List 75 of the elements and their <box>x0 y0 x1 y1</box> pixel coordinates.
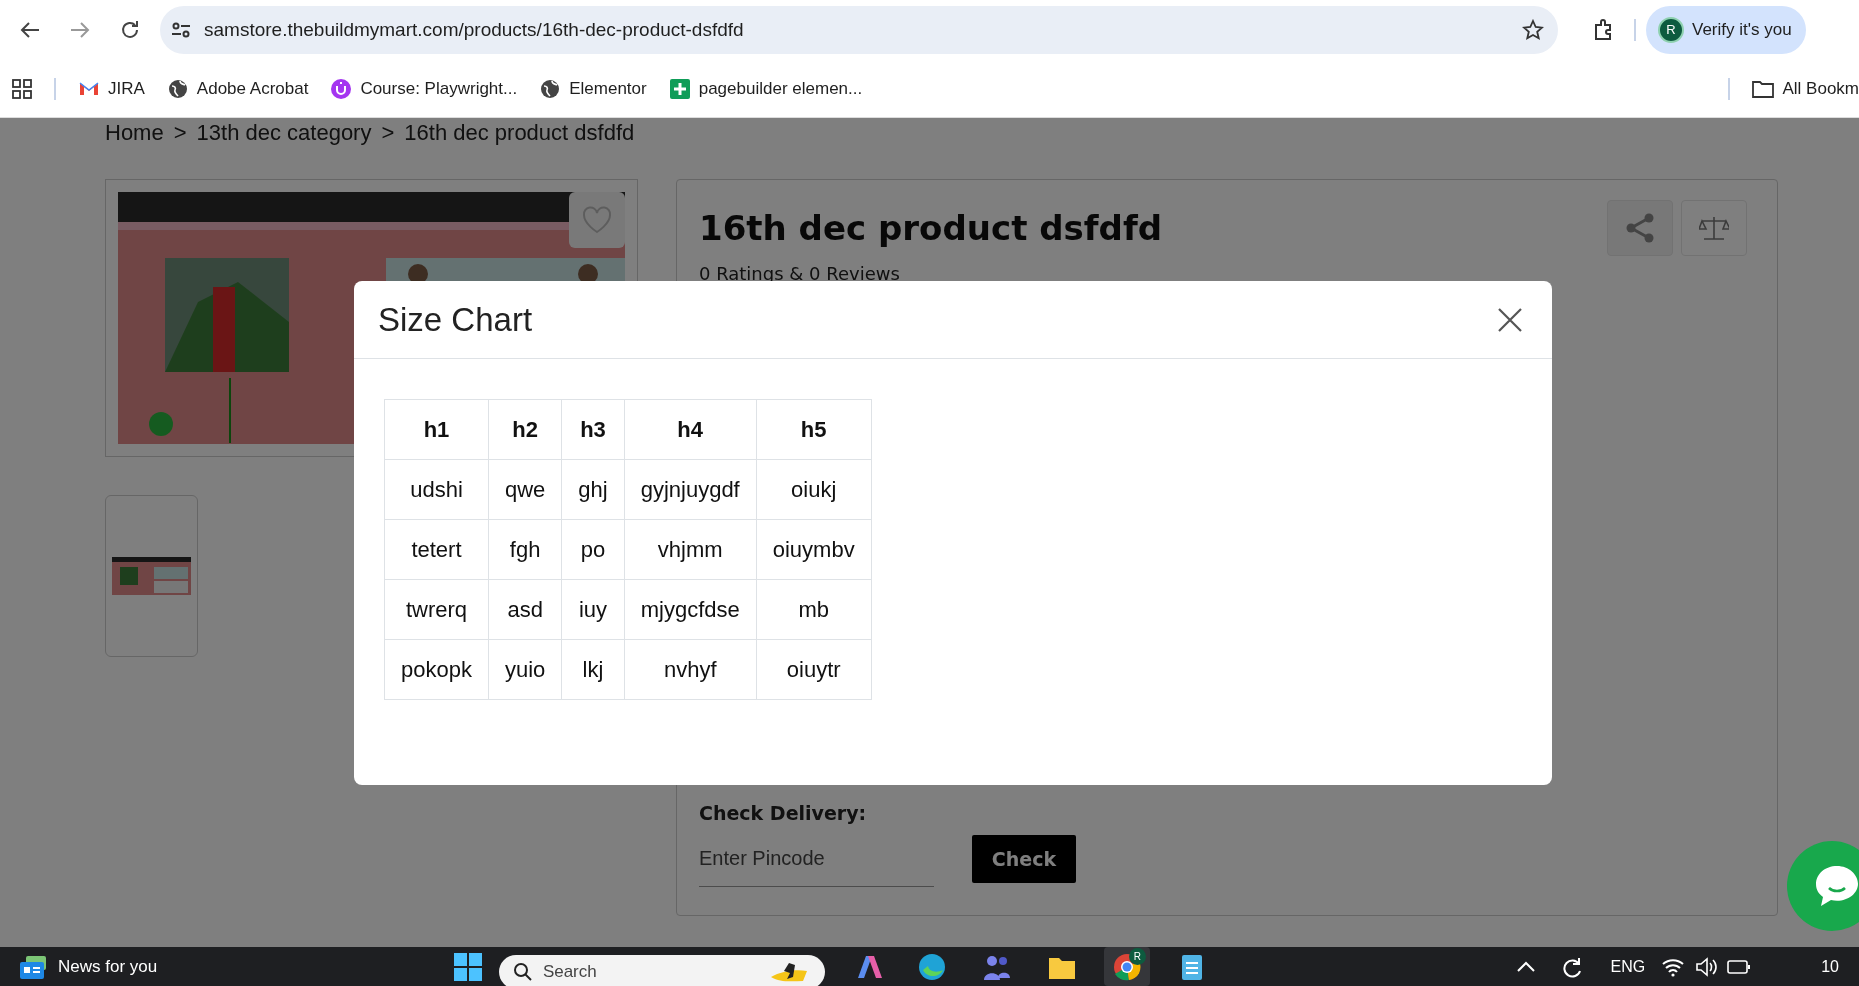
check-button[interactable]: Check <box>972 835 1076 883</box>
bookmark-link[interactable]: Course: Playwright... <box>330 75 518 102</box>
breadcrumb-link[interactable]: Home <box>105 120 164 146</box>
all-bookmarks-link[interactable]: All Bookm <box>1752 75 1859 102</box>
table-cell: udshi <box>384 459 489 520</box>
column-header: h3 <box>561 399 625 460</box>
table-cell: vhjmm <box>624 519 757 580</box>
table-cell: ghj <box>561 459 625 520</box>
breadcrumb-separator: > <box>173 120 187 146</box>
bookmark-link[interactable]: Adobe Acrobat <box>166 75 309 102</box>
battery-icon[interactable] <box>1727 958 1752 975</box>
chat-button[interactable] <box>1787 841 1859 931</box>
table-cell: oiuymbv <box>756 519 872 580</box>
table-cell: mb <box>756 579 872 640</box>
windows-icon <box>452 951 483 982</box>
pincode-field[interactable]: Enter Pincode <box>699 831 934 887</box>
table-cell: po <box>561 519 625 580</box>
volume-icon[interactable] <box>1695 956 1718 977</box>
taskbar-app[interactable]: R <box>1103 947 1150 986</box>
edge-icon <box>916 951 947 982</box>
column-header: h2 <box>488 399 562 460</box>
breadcrumb-separator: > <box>381 120 395 146</box>
breadcrumb-link[interactable]: 16th dec product dsfdfd <box>404 120 635 146</box>
profile-button[interactable]: R Verify it's you <box>1646 6 1806 54</box>
folder-icon <box>1752 78 1775 99</box>
heart-icon <box>582 206 612 234</box>
table-cell: mjygcfdse <box>624 579 757 640</box>
wifi-icon[interactable] <box>1661 956 1686 977</box>
delivery-label: Check Delivery: <box>699 800 868 826</box>
table-cell: fgh <box>488 519 562 580</box>
close-icon <box>1497 306 1523 333</box>
table-cell: yuio <box>488 639 562 700</box>
news-icon <box>20 954 48 979</box>
language-indicator[interactable]: ENG <box>1610 954 1646 979</box>
table-cell: tetert <box>384 519 489 580</box>
table-cell: asd <box>488 579 562 640</box>
refresh-icon <box>1560 955 1583 978</box>
reload-icon <box>119 19 141 41</box>
search-icon <box>512 961 533 982</box>
bookmark-link[interactable]: Elementor <box>539 75 647 102</box>
taskbar-search-field[interactable]: Search <box>498 954 825 986</box>
thumbnail[interactable] <box>105 495 198 657</box>
url-text: samstore.thebuildmymart.com/products/16th-dec-product-dsfdfd <box>204 17 745 42</box>
table-cell: gyjnjuygdf <box>624 459 757 520</box>
table-cell: oiukj <box>756 459 872 520</box>
course-icon <box>330 77 353 100</box>
table-cell: oiuytr <box>756 639 872 700</box>
globe-icon <box>539 77 562 100</box>
dialog-title: Size Chart <box>378 299 533 340</box>
column-header: h1 <box>384 399 489 460</box>
chat-bubble-icon <box>1814 864 1859 908</box>
column-header: h5 <box>756 399 872 460</box>
table-cell: pokopk <box>384 639 489 700</box>
column-header: h4 <box>624 399 757 460</box>
product-title: 16th dec product dsfdfd <box>699 208 1163 249</box>
clock-text[interactable]: 10 <box>1821 954 1839 979</box>
sheet-icon <box>668 77 691 100</box>
table-cell: qwe <box>488 459 562 520</box>
address-bar[interactable]: samstore.thebuildmymart.com/products/16th-dec-product-dsfdfd <box>160 6 1558 54</box>
chevron-up-icon <box>1515 960 1536 973</box>
bookmark-link[interactable]: pagebuilder elemen... <box>668 75 863 102</box>
bookmark-link[interactable]: JIRA <box>78 75 145 102</box>
breadcrumb-link[interactable]: 13th dec category <box>196 120 372 146</box>
bookmark-star-icon[interactable] <box>1522 19 1544 41</box>
ratings-text: 0 Ratings & 0 Reviews <box>699 262 901 286</box>
scale-icon <box>1699 215 1729 241</box>
share-icon <box>1625 213 1655 243</box>
table-cell: iuy <box>561 579 625 640</box>
news-widget[interactable]: News for you <box>20 953 158 980</box>
table-cell: nvhyf <box>624 639 757 700</box>
apps-grid-icon[interactable] <box>12 78 32 99</box>
globe-icon <box>166 77 189 100</box>
table-cell: twrerq <box>384 579 489 640</box>
avatar-icon: R <box>1658 17 1684 43</box>
table-cell: lkj <box>561 639 625 700</box>
